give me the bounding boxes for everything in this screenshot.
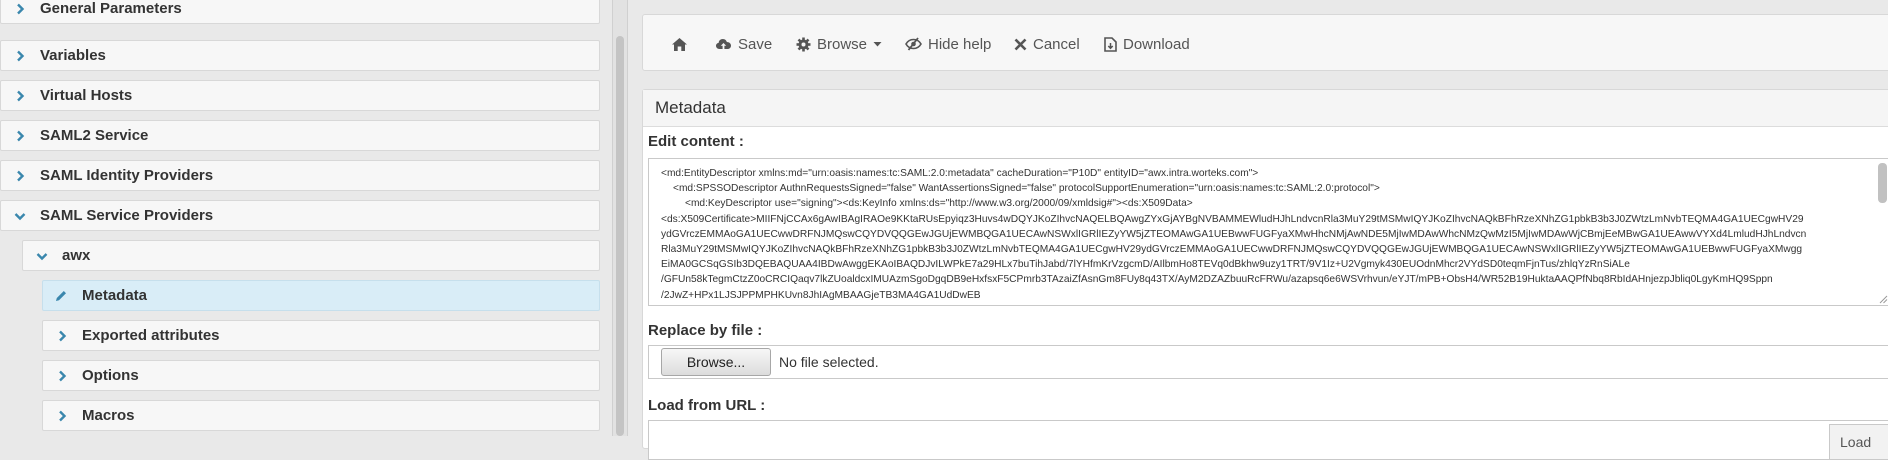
- url-input[interactable]: Load: [648, 420, 1888, 460]
- cancel-button[interactable]: Cancel: [1014, 33, 1080, 55]
- load-button[interactable]: Load: [1829, 424, 1888, 460]
- editor-line: /2JwZ+HPx1LJSJPPMPHKUvn8JhIAgMBAAGjeTB3M…: [661, 289, 981, 301]
- file-input[interactable]: Browse... No file selected.: [648, 345, 1888, 379]
- panel-title: Metadata: [643, 90, 1888, 127]
- tree-item-metadata[interactable]: Metadata: [42, 280, 600, 311]
- metadata-panel: Metadata Edit content : <md:EntityDescri…: [642, 89, 1888, 460]
- tree-item-general-parameters[interactable]: General Parameters: [0, 0, 600, 24]
- editor-line: <ds:X509Certificate>MIIFNjCCAx6gAwIBAgIR…: [661, 213, 1804, 225]
- download-button[interactable]: Download: [1104, 33, 1190, 55]
- load-from-url-label: Load from URL :: [648, 397, 766, 414]
- pane-splitter[interactable]: [612, 0, 628, 436]
- tree-item-label: awx: [62, 247, 91, 264]
- gear-icon: [796, 37, 811, 52]
- file-status-text: No file selected.: [779, 354, 879, 370]
- tree-item-saml2-service[interactable]: SAML2 Service: [0, 120, 600, 151]
- tree-item-saml-identity-providers[interactable]: SAML Identity Providers: [0, 160, 600, 191]
- main-content: Save Browse Hide help Cancel Download Me…: [642, 0, 1888, 460]
- editor-line: <md:KeyDescriptor use="signing"><ds:KeyI…: [685, 198, 1193, 210]
- toolbar: Save Browse Hide help Cancel Download: [642, 14, 1888, 71]
- hide-help-label: Hide help: [928, 35, 992, 53]
- editor-line: EiMA0GCSqGSIb3DQEBAQUAA4IBDwAwggEKAoIBAQ…: [661, 259, 1630, 271]
- pencil-icon: [54, 289, 68, 303]
- tree-item-label: Exported attributes: [82, 327, 220, 344]
- chevron-right-icon: [56, 330, 68, 342]
- browse-dropdown-button[interactable]: Browse: [796, 33, 882, 55]
- chevron-down-icon: [14, 210, 26, 222]
- eye-slash-icon: [905, 37, 922, 51]
- download-label: Download: [1123, 35, 1190, 53]
- close-icon: [1014, 38, 1027, 51]
- edit-content-label: Edit content :: [648, 133, 744, 150]
- save-button[interactable]: Save: [715, 33, 772, 55]
- tree-item-label: Metadata: [82, 287, 148, 304]
- tree-item-label: SAML Service Providers: [40, 207, 214, 224]
- tree-item-label: Options: [82, 367, 139, 384]
- editor-line: <md:EntityDescriptor xmlns:md="urn:oasis…: [661, 168, 1259, 179]
- cancel-label: Cancel: [1033, 35, 1080, 53]
- tree-item-label: SAML Identity Providers: [40, 167, 214, 184]
- hide-help-button[interactable]: Hide help: [905, 33, 991, 55]
- replace-by-file-label: Replace by file :: [648, 322, 763, 339]
- editor-line: Rla3MuY29tMSMwIQYJKoZIhvcNAQkBFhRzeXNhZG…: [661, 244, 1803, 256]
- tree-item-awx[interactable]: awx: [22, 240, 600, 271]
- tree-item-label: SAML2 Service: [40, 127, 149, 144]
- chevron-right-icon: [14, 90, 26, 102]
- chevron-right-icon: [14, 3, 26, 15]
- editor-scrollbar-thumb[interactable]: [1878, 163, 1887, 203]
- resize-handle-icon[interactable]: [1878, 294, 1888, 304]
- chevron-right-icon: [56, 370, 68, 382]
- tree-item-virtual-hosts[interactable]: Virtual Hosts: [0, 80, 600, 111]
- editor-line: <md:SPSSODescriptor AuthnRequestsSigned=…: [673, 183, 1380, 195]
- tree-item-options[interactable]: Options: [42, 360, 600, 391]
- tree-item-label: Macros: [82, 407, 135, 424]
- chevron-right-icon: [14, 130, 26, 142]
- chevron-right-icon: [14, 170, 26, 182]
- tree-item-label: Virtual Hosts: [40, 87, 133, 104]
- tree-item-exported-attributes[interactable]: Exported attributes: [42, 320, 600, 351]
- cloud-upload-icon: [715, 37, 732, 51]
- download-file-icon: [1104, 36, 1117, 52]
- editor-line: /GFUn58kTegmCtzZ0oCRCIQaqv7lkZUoaldcxIMU…: [661, 274, 1773, 286]
- home-icon: [671, 37, 688, 52]
- chevron-right-icon: [56, 410, 68, 422]
- home-button[interactable]: [671, 33, 688, 55]
- tree-item-saml-service-providers[interactable]: SAML Service Providers: [0, 200, 600, 231]
- navigation-tree: General Parameters Variables Virtual Hos…: [0, 0, 612, 436]
- tree-item-macros[interactable]: Macros: [42, 400, 600, 431]
- tree-item-label: General Parameters: [40, 0, 182, 17]
- browse-label: Browse: [817, 35, 868, 53]
- metadata-editor-textarea[interactable]: <md:EntityDescriptor xmlns:md="urn:oasis…: [648, 158, 1888, 306]
- save-label: Save: [738, 35, 773, 53]
- chevron-right-icon: [14, 50, 26, 62]
- caret-down-icon: [873, 41, 882, 47]
- tree-item-label: Variables: [40, 47, 106, 64]
- editor-line: ydGVrczEMMAoGA1UECwwDRFNJMQswCQYDVQQGEwJ…: [661, 228, 1807, 240]
- tree-item-variables[interactable]: Variables: [0, 40, 600, 71]
- browse-file-button[interactable]: Browse...: [661, 348, 771, 376]
- sidebar-scrollbar-thumb[interactable]: [616, 36, 624, 436]
- chevron-down-icon: [36, 250, 48, 262]
